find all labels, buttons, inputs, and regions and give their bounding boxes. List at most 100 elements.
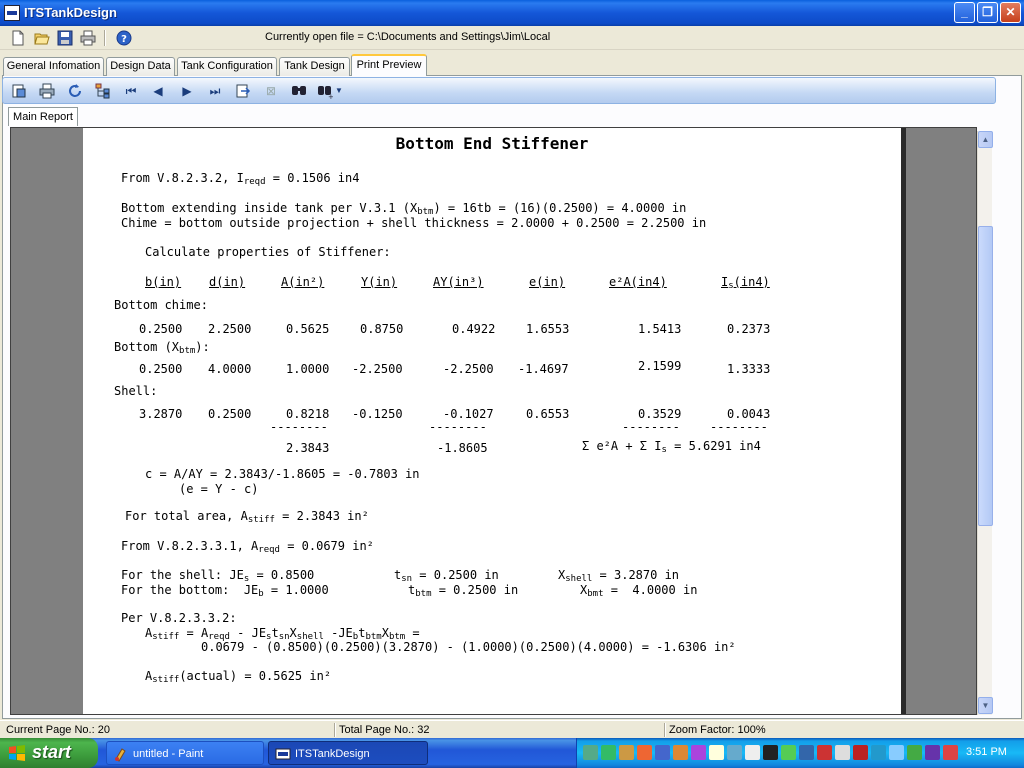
cell: 0.6553 — [526, 407, 570, 421]
shell-params-a: For the shell: JEs = 0.8500 — [121, 568, 315, 584]
vertical-scrollbar[interactable]: ▲ ▼ — [977, 131, 993, 715]
task-label: untitled - Paint — [133, 748, 204, 760]
start-button[interactable]: start — [0, 738, 98, 768]
scroll-up-icon[interactable]: ▲ — [978, 131, 993, 148]
cell: 1.3333 — [727, 362, 771, 376]
close-button[interactable]: ✕ — [1000, 2, 1021, 23]
total-area-line: For total area, Astiff = 2.3843 in² — [125, 509, 369, 525]
save-icon[interactable] — [57, 30, 73, 46]
app-icon — [4, 5, 20, 21]
tray-icon[interactable] — [691, 745, 706, 760]
ireqd-line: From V.8.2.3.2, Ireqd = 0.1506 in4 — [121, 171, 360, 187]
svg-text:+: + — [328, 93, 333, 99]
header-b: b(in) — [145, 275, 182, 289]
last-page-icon[interactable]: ⏭ — [207, 83, 223, 99]
cell: 0.2500 — [139, 322, 183, 336]
section-bottom: Bottom (Xbtm): — [114, 340, 210, 356]
cell: 2.1599 — [638, 359, 682, 373]
scroll-thumb[interactable] — [978, 226, 993, 526]
tab-tank-configuration[interactable]: Tank Configuration — [177, 57, 277, 76]
title-bar: ITSTankDesign _ ❐ ✕ — [0, 0, 1024, 26]
print-icon[interactable] — [39, 83, 55, 99]
tray-icon[interactable] — [817, 745, 832, 760]
calc-heading: Calculate properties of Stiffener: — [145, 245, 391, 259]
tray-icon[interactable] — [835, 745, 850, 760]
export-icon[interactable] — [11, 83, 27, 99]
shell-params-b: tsn = 0.2500 in — [394, 568, 499, 584]
status-divider — [664, 723, 666, 737]
divider-e2a: -------- — [622, 420, 680, 434]
scroll-down-icon[interactable]: ▼ — [978, 697, 993, 714]
tray-icon[interactable] — [745, 745, 760, 760]
chime-line: Chime = bottom outside projection + shel… — [121, 216, 707, 230]
task-paint[interactable]: untitled - Paint — [106, 741, 264, 765]
open-folder-icon[interactable] — [34, 30, 50, 46]
group-tree-icon[interactable] — [95, 83, 111, 99]
tray-icon[interactable] — [943, 745, 958, 760]
tray-icon[interactable] — [925, 745, 940, 760]
tray-icon[interactable] — [799, 745, 814, 760]
divider-ay: -------- — [429, 420, 487, 434]
first-page-icon[interactable]: ⏮ — [123, 83, 139, 99]
tray-icon[interactable] — [619, 745, 634, 760]
new-file-icon[interactable] — [10, 30, 26, 46]
per-heading: Per V.8.2.3.3.2: — [121, 611, 237, 625]
next-page-icon[interactable]: ▶ — [179, 83, 195, 99]
go-to-page-icon[interactable] — [235, 83, 251, 99]
tray-icon[interactable] — [781, 745, 796, 760]
section-shell: Shell: — [114, 384, 158, 398]
cell: 1.5413 — [638, 322, 682, 336]
taskbar: start untitled - Paint ITSTankDesign 3:5… — [0, 738, 1024, 768]
task-itstankdesign[interactable]: ITSTankDesign — [268, 741, 428, 765]
cell: 0.8218 — [286, 407, 330, 421]
maximize-button[interactable]: ❐ — [977, 2, 998, 23]
tray-icon[interactable] — [637, 745, 652, 760]
cell: 0.5625 — [286, 322, 330, 336]
header-e2a: e²A(in4) — [609, 275, 667, 289]
current-page-status: Current Page No.: 20 — [6, 724, 110, 736]
cell: 4.0000 — [208, 362, 252, 376]
tray-icon[interactable] — [673, 745, 688, 760]
search-icon[interactable] — [291, 83, 307, 99]
header-d: d(in) — [209, 275, 246, 289]
tray-icon[interactable] — [601, 745, 616, 760]
zoom-dropdown-icon[interactable]: ▼ — [335, 83, 343, 99]
divider-a: -------- — [270, 420, 328, 434]
tray-icon[interactable] — [763, 745, 778, 760]
tray-icon[interactable] — [871, 745, 886, 760]
tab-general-information[interactable]: General Infomation — [3, 57, 104, 76]
tab-tank-design[interactable]: Tank Design — [279, 57, 350, 76]
tab-print-preview[interactable]: Print Preview — [351, 54, 427, 76]
tray-icon[interactable] — [709, 745, 724, 760]
astiff-actual: Astiff(actual) = 0.5625 in² — [145, 669, 332, 685]
refresh-icon[interactable] — [67, 83, 83, 99]
status-divider — [334, 723, 336, 737]
divider-is: -------- — [710, 420, 768, 434]
app-icon — [275, 748, 291, 760]
system-tray — [576, 738, 1024, 768]
task-label: ITSTankDesign — [295, 748, 370, 760]
astiff-value: 0.0679 - (0.8500)(0.2500)(3.2870) - (1.0… — [201, 640, 736, 654]
zoom-icon[interactable]: + — [317, 83, 333, 99]
print-icon[interactable] — [80, 30, 96, 46]
print-preview-toolbar: ⏮ ◀ ▶ ⏭ ⊠ + ▼ — [2, 77, 996, 104]
tray-icon[interactable] — [727, 745, 742, 760]
stop-icon[interactable]: ⊠ — [263, 83, 279, 99]
tray-icon[interactable] — [655, 745, 670, 760]
shell-params-c: Xshell = 3.2870 in — [558, 568, 680, 584]
tray-icon[interactable] — [583, 745, 598, 760]
minimize-button[interactable]: _ — [954, 2, 975, 23]
tray-icon[interactable] — [907, 745, 922, 760]
cell: 0.2500 — [139, 362, 183, 376]
tray-icon[interactable] — [889, 745, 904, 760]
previous-page-icon[interactable]: ◀ — [150, 83, 166, 99]
cell: 0.8750 — [360, 322, 404, 336]
subtab-main-report[interactable]: Main Report — [8, 107, 78, 126]
help-icon[interactable]: ? — [116, 30, 132, 46]
bottom-params-b: tbtm = 0.2500 in — [408, 583, 519, 599]
cell: -0.1250 — [352, 407, 403, 421]
cell: 0.2373 — [727, 322, 771, 336]
cell: -0.1027 — [443, 407, 494, 421]
tab-design-data[interactable]: Design Data — [106, 57, 175, 76]
tray-icon[interactable] — [853, 745, 868, 760]
